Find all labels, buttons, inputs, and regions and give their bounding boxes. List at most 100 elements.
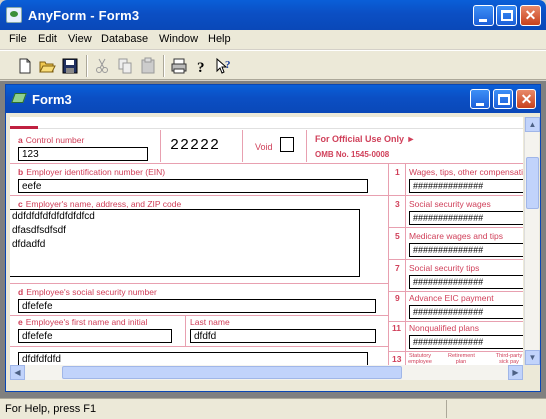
vertical-scrollbar[interactable]: ▲ ▼: [524, 117, 540, 365]
menu-window[interactable]: Window: [159, 33, 198, 45]
ssn-field[interactable]: dfefefe: [18, 299, 376, 313]
menu-file[interactable]: File: [9, 33, 27, 45]
form-icon: [11, 93, 27, 103]
box5-number: 5: [395, 231, 400, 241]
scroll-left-icon[interactable]: ◀: [10, 365, 25, 380]
form-code: 22222: [170, 137, 221, 154]
form-window-title: Form3: [32, 92, 72, 107]
scroll-right-icon[interactable]: ▶: [508, 365, 523, 380]
child-minimize-button[interactable]: [470, 89, 490, 109]
third-party-sick-pay-label: Third-party sick pay: [495, 353, 523, 365]
app-icon[interactable]: [6, 7, 22, 23]
page-marker: [10, 126, 38, 129]
row-divider: [388, 351, 523, 352]
vertical-scroll-thumb[interactable]: [526, 157, 539, 209]
row-divider: [388, 291, 523, 292]
last-name-field[interactable]: dfdfd: [190, 329, 376, 343]
box3-number: 3: [395, 199, 400, 209]
employer-line-2: dfasdfsdfsdf: [12, 225, 66, 236]
menu-edit[interactable]: Edit: [38, 33, 57, 45]
maximize-icon: [501, 10, 513, 21]
box13-number: 13: [392, 354, 402, 364]
divider: [306, 130, 307, 162]
control-number-label: a Control number: [18, 135, 85, 145]
print-icon[interactable]: [170, 57, 188, 75]
save-icon[interactable]: [61, 57, 79, 75]
box11-label: Nonqualified plans: [409, 323, 479, 333]
box9-label: Advance EIC payment: [409, 293, 494, 303]
first-name-label: e Employee's first name and initial: [18, 317, 148, 327]
employer-address-field[interactable]: ddfdfdfdfdfdfdfdfcd dfasdfsdfsdf dfdadfd: [10, 209, 360, 277]
box9-field[interactable]: ##############: [409, 305, 523, 319]
minimize-icon: [476, 103, 484, 106]
box11-field[interactable]: ##############: [409, 335, 523, 349]
maximize-button[interactable]: [496, 5, 517, 26]
row-divider: [388, 195, 523, 196]
row-divider: [10, 346, 388, 347]
menu-help[interactable]: Help: [208, 33, 231, 45]
close-icon: ✕: [520, 91, 533, 107]
employee-address-field[interactable]: dfdfdfdfd: [18, 352, 368, 365]
horizontal-scroll-thumb[interactable]: [62, 366, 402, 379]
help-icon[interactable]: ?: [193, 57, 211, 75]
menu-bar: File Edit View Database Window Help: [0, 30, 546, 49]
box7-label: Social security tips: [409, 263, 480, 273]
omb-number: OMB No. 1545-0008: [315, 150, 390, 159]
employer-label: c Employer's name, address, and ZIP code: [18, 199, 182, 209]
svg-text:?: ?: [225, 59, 231, 71]
column-divider: [405, 163, 406, 365]
row-divider: [388, 259, 523, 260]
divider: [160, 130, 161, 162]
box1-field[interactable]: ##############: [409, 179, 523, 193]
cut-icon[interactable]: [93, 57, 111, 75]
box3-field[interactable]: ##############: [409, 211, 523, 225]
control-number-field[interactable]: 123: [18, 147, 148, 161]
divider: [185, 316, 186, 346]
child-maximize-button[interactable]: [493, 89, 513, 109]
scroll-up-icon[interactable]: ▲: [525, 117, 540, 132]
toolbar-separator: [163, 55, 165, 77]
row-divider: [10, 315, 388, 316]
employer-line-3: dfdadfd: [12, 239, 46, 250]
row-divider: [10, 195, 388, 196]
copy-icon[interactable]: [116, 57, 134, 75]
void-label: Void: [255, 142, 273, 152]
horizontal-scrollbar[interactable]: ◀ ▶: [10, 365, 523, 380]
scroll-down-icon[interactable]: ▼: [525, 350, 540, 365]
open-icon[interactable]: [38, 57, 56, 75]
app-title-bar[interactable]: AnyForm - Form3 ✕: [0, 0, 546, 30]
close-button[interactable]: ✕: [520, 5, 541, 26]
child-close-button[interactable]: ✕: [516, 89, 536, 109]
svg-text:?: ?: [197, 60, 205, 75]
minimize-icon: [479, 19, 487, 22]
form-window: Form3 ✕ a Control number 123 22222 Void F…: [5, 84, 541, 392]
context-help-icon[interactable]: ?: [215, 57, 233, 75]
paste-icon[interactable]: [139, 57, 157, 75]
page-edge-line: [10, 128, 523, 129]
menu-view[interactable]: View: [68, 33, 92, 45]
ein-label: b Employer identification number (EIN): [18, 167, 166, 177]
box5-field[interactable]: ##############: [409, 243, 523, 257]
divider: [242, 130, 243, 162]
form-window-title-bar[interactable]: Form3 ✕: [6, 85, 540, 113]
maximize-icon: [498, 94, 510, 105]
ein-field[interactable]: eefe: [18, 179, 368, 193]
box1-label: Wages, tips, other compensation: [409, 167, 523, 177]
scrollbar-corner: [524, 365, 539, 380]
statutory-employee-label: Statutory employee: [408, 353, 432, 365]
row-divider: [388, 227, 523, 228]
first-name-field[interactable]: dfefefe: [18, 329, 172, 343]
row-divider: [388, 321, 523, 322]
void-checkbox[interactable]: [280, 137, 294, 152]
box7-number: 7: [395, 263, 400, 273]
status-text: For Help, press F1: [5, 403, 97, 415]
row-divider: [10, 283, 388, 284]
app-title: AnyForm - Form3: [28, 8, 140, 23]
ssn-label: d Employee's social security number: [18, 287, 157, 297]
box7-field[interactable]: ##############: [409, 275, 523, 289]
close-icon: ✕: [524, 7, 537, 23]
menu-database[interactable]: Database: [101, 33, 148, 45]
minimize-button[interactable]: [473, 5, 494, 26]
new-icon[interactable]: [16, 57, 34, 75]
row-divider: [10, 163, 523, 164]
